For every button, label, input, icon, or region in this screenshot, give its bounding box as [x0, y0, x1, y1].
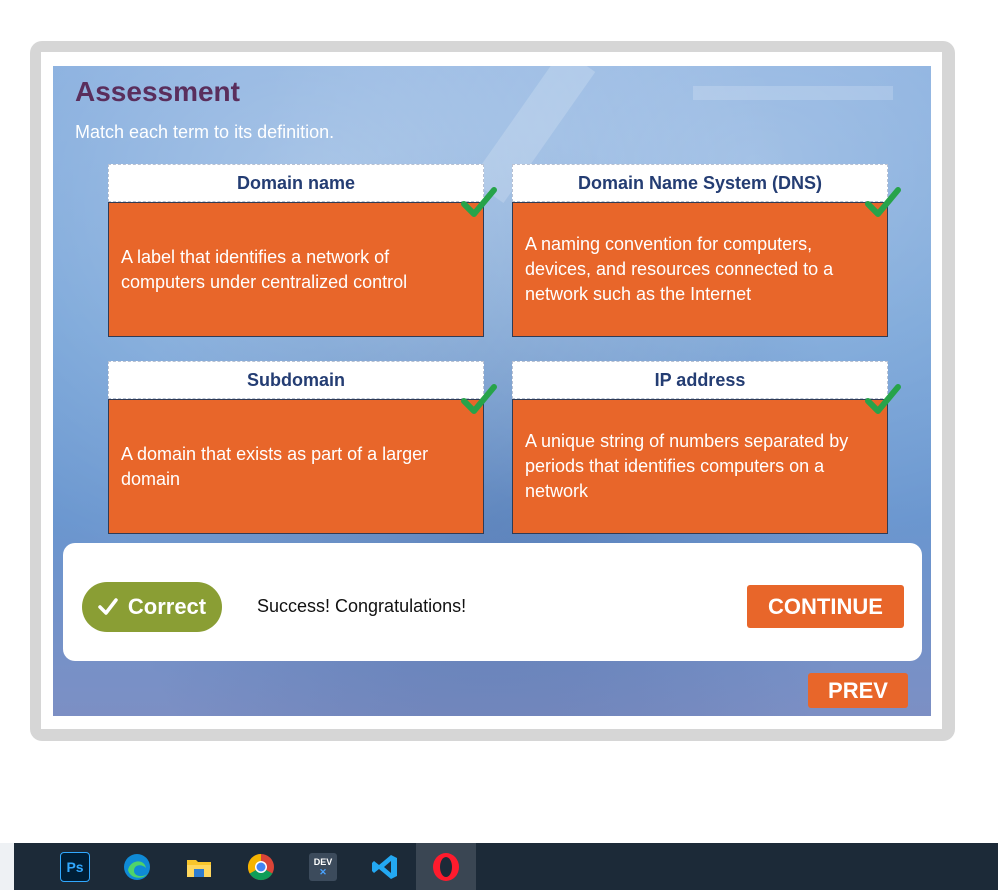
- term-drop-target[interactable]: Subdomain: [108, 361, 484, 399]
- checkmark-icon: [461, 384, 497, 414]
- term-drop-target[interactable]: Domain name: [108, 164, 484, 202]
- photoshop-icon[interactable]: Ps: [58, 850, 92, 884]
- page-title: Assessment: [75, 76, 240, 107]
- continue-button[interactable]: CONTINUE: [747, 585, 904, 628]
- background-light: [693, 86, 893, 100]
- correct-label: Correct: [127, 594, 207, 619]
- match-card-domain-name: Domain name A label that identifies a ne…: [108, 164, 497, 337]
- file-explorer-icon[interactable]: [182, 850, 216, 884]
- match-card-dns: Domain Name System (DNS) A naming conven…: [512, 164, 901, 337]
- check-icon: [98, 598, 118, 615]
- chrome-icon[interactable]: [244, 850, 278, 884]
- checkmark-icon: [865, 187, 901, 217]
- instruction-text: Match each term to its definition.: [75, 122, 335, 142]
- taskbar-edge: [0, 843, 14, 890]
- match-card-subdomain: Subdomain A domain that exists as part o…: [108, 361, 497, 534]
- definition-box: A unique string of numbers separated by …: [512, 399, 888, 534]
- opera-icon[interactable]: [429, 850, 463, 884]
- taskbar: Ps DEV ✕: [0, 843, 998, 890]
- match-card-ip-address: IP address A unique string of numbers se…: [512, 361, 901, 534]
- checkmark-icon: [865, 384, 901, 414]
- definition-box: A naming convention for computers, devic…: [512, 202, 888, 337]
- edge-icon[interactable]: [120, 850, 154, 884]
- definition-box: A domain that exists as part of a larger…: [108, 399, 484, 534]
- devexpress-icon[interactable]: DEV ✕: [306, 850, 340, 884]
- vscode-icon[interactable]: [368, 850, 402, 884]
- term-drop-target[interactable]: IP address: [512, 361, 888, 399]
- correct-badge: Correct: [82, 582, 222, 632]
- prev-button[interactable]: PREV: [808, 673, 908, 708]
- feedback-panel: Correct Success! Congratulations! CONTIN…: [63, 543, 922, 661]
- checkmark-icon: [461, 187, 497, 217]
- feedback-message: Success! Congratulations!: [257, 596, 467, 616]
- term-drop-target[interactable]: Domain Name System (DNS): [512, 164, 888, 202]
- assessment-slide: Assessment Match each term to its defini…: [53, 66, 931, 716]
- definition-box: A label that identifies a network of com…: [108, 202, 484, 337]
